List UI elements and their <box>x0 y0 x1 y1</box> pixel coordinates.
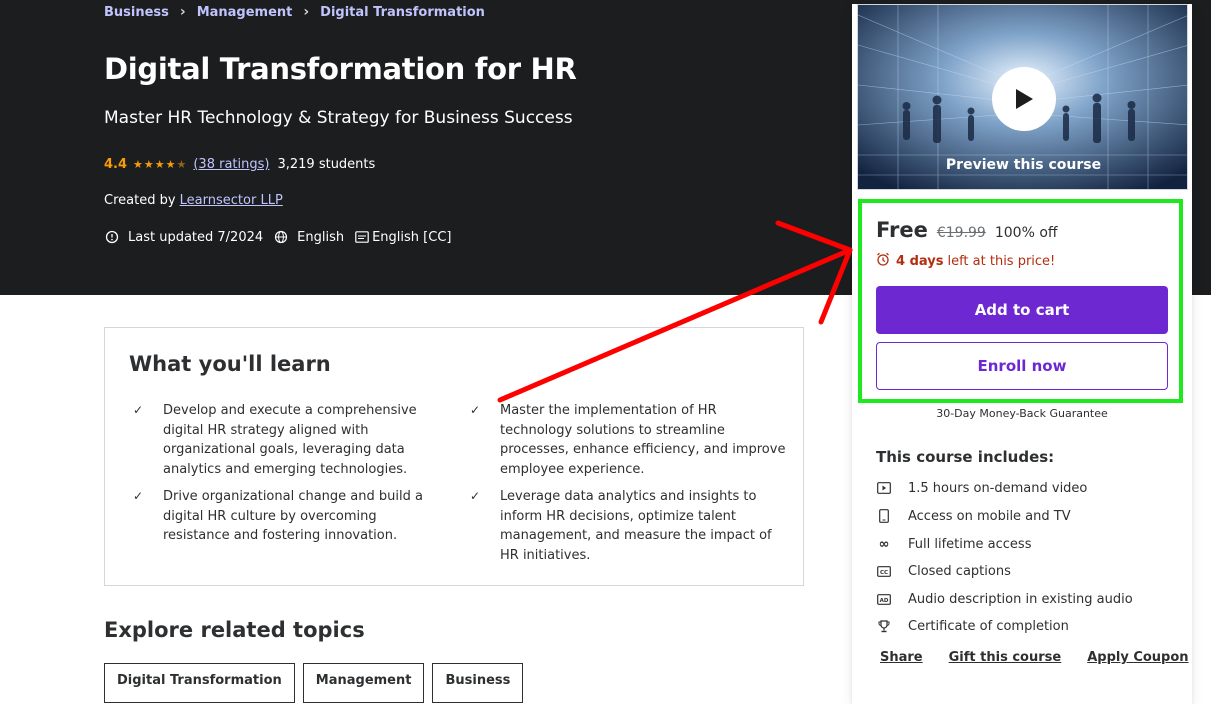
check-icon: ✓ <box>470 489 481 503</box>
svg-text:CC: CC <box>880 569 888 575</box>
gift-course-link[interactable]: Gift this course <box>949 650 1062 665</box>
course-title: Digital Transformation for HR <box>104 52 577 86</box>
course-captions: English [CC] <box>372 229 452 245</box>
include-item: Certificate of completion <box>876 618 1069 634</box>
breadcrumb-management[interactable]: Management <box>197 5 293 20</box>
breadcrumb: Business › Management › Digital Transfor… <box>104 4 485 20</box>
breadcrumb-digital-transformation[interactable]: Digital Transformation <box>320 5 485 20</box>
topic-management[interactable]: Management <box>302 663 425 703</box>
price-timer: 4 days left at this price! <box>876 252 1055 270</box>
apply-coupon-link[interactable]: Apply Coupon <box>1087 650 1188 665</box>
topic-business[interactable]: Business <box>432 663 524 703</box>
purchase-sidebar: Preview this course Free €19.99 100% off… <box>852 4 1192 704</box>
learn-item: ✓ Drive organizational change and build … <box>131 487 441 546</box>
learn-item-text: Develop and execute a comprehensive digi… <box>163 403 417 477</box>
play-icon <box>1016 89 1033 109</box>
includes-title: This course includes: <box>876 448 1055 466</box>
course-subtitle: Master HR Technology & Strategy for Busi… <box>104 108 573 128</box>
current-price: Free <box>876 218 928 242</box>
learn-item-text: Master the implementation of HR technolo… <box>500 403 786 477</box>
add-to-cart-button[interactable]: Add to cart <box>876 286 1168 334</box>
include-text: Closed captions <box>908 563 1011 579</box>
students-count: 3,219 students <box>277 157 376 172</box>
discount-percent: 100% off <box>994 225 1058 241</box>
include-text: Audio description in existing audio <box>908 591 1133 607</box>
course-preview[interactable]: Preview this course <box>857 4 1188 190</box>
closed-captions-icon: CC <box>876 563 892 579</box>
infinity-icon: ∞ <box>878 536 890 552</box>
learn-item-text: Drive organizational change and build a … <box>163 489 423 543</box>
include-item: Access on mobile and TV <box>876 508 1071 524</box>
trophy-icon <box>876 618 892 634</box>
money-back-guarantee: 30-Day Money-Back Guarantee <box>936 407 1108 420</box>
check-icon: ✓ <box>133 489 144 503</box>
globe-icon <box>273 229 289 245</box>
enroll-now-button[interactable]: Enroll now <box>876 342 1168 390</box>
learn-item-text: Leverage data analytics and insights to … <box>500 489 772 563</box>
include-item: ∞ Full lifetime access <box>876 536 1032 552</box>
captions-icon <box>354 229 370 245</box>
timer-text: left at this price! <box>947 253 1056 269</box>
include-item: CC Closed captions <box>876 563 1011 579</box>
what-you-learn-box: What you'll learn ✓ Develop and execute … <box>104 327 804 586</box>
check-icon: ✓ <box>470 403 481 417</box>
svg-text:AD: AD <box>880 597 889 603</box>
mobile-icon <box>876 508 892 524</box>
include-text: Full lifetime access <box>908 536 1032 552</box>
share-actions: Share Gift this course Apply Coupon <box>880 650 1189 665</box>
check-icon: ✓ <box>133 403 144 417</box>
include-item: 1.5 hours on-demand video <box>876 480 1087 496</box>
star-rating-icon: ★★★★★ <box>133 158 188 171</box>
explore-topics-title: Explore related topics <box>104 618 365 642</box>
include-text: 1.5 hours on-demand video <box>908 480 1088 496</box>
rating-score: 4.4 <box>104 157 128 172</box>
alarm-clock-icon <box>876 252 890 270</box>
what-you-learn-title: What you'll learn <box>129 352 331 376</box>
play-button[interactable] <box>992 67 1056 131</box>
preview-label: Preview this course <box>945 157 1102 173</box>
original-price: €19.99 <box>936 225 986 241</box>
chevron-right-icon: › <box>179 4 186 20</box>
course-meta: Last updated 7/2024 English English [CC] <box>104 229 461 245</box>
rating-row: 4.4 ★★★★★ (38 ratings) 3,219 students <box>104 157 375 172</box>
learn-item: ✓ Develop and execute a comprehensive di… <box>131 401 441 479</box>
created-by-label: Created by <box>104 193 176 208</box>
learn-item: ✓ Master the implementation of HR techno… <box>468 401 788 479</box>
creator-link[interactable]: Learnsector LLP <box>180 193 283 208</box>
learn-item: ✓ Leverage data analytics and insights t… <box>468 487 788 565</box>
share-link[interactable]: Share <box>880 650 923 665</box>
video-icon <box>876 480 892 496</box>
creator-row: Created by Learnsector LLP <box>104 193 283 208</box>
include-text: Access on mobile and TV <box>908 508 1071 524</box>
topic-digital-transformation[interactable]: Digital Transformation <box>104 663 295 703</box>
ratings-count-link[interactable]: (38 ratings) <box>193 157 269 172</box>
alert-clock-icon <box>104 229 120 245</box>
audio-description-icon: AD <box>876 591 892 607</box>
breadcrumb-business[interactable]: Business <box>104 5 169 20</box>
last-updated: Last updated 7/2024 <box>128 229 264 245</box>
include-text: Certificate of completion <box>908 618 1069 634</box>
related-topics: Digital Transformation Management Busine… <box>104 663 531 703</box>
price-row: Free €19.99 100% off <box>876 218 1058 242</box>
include-item: AD Audio description in existing audio <box>876 591 1133 607</box>
chevron-right-icon: › <box>303 4 310 20</box>
course-language: English <box>297 229 345 245</box>
timer-days: 4 days <box>896 253 944 269</box>
